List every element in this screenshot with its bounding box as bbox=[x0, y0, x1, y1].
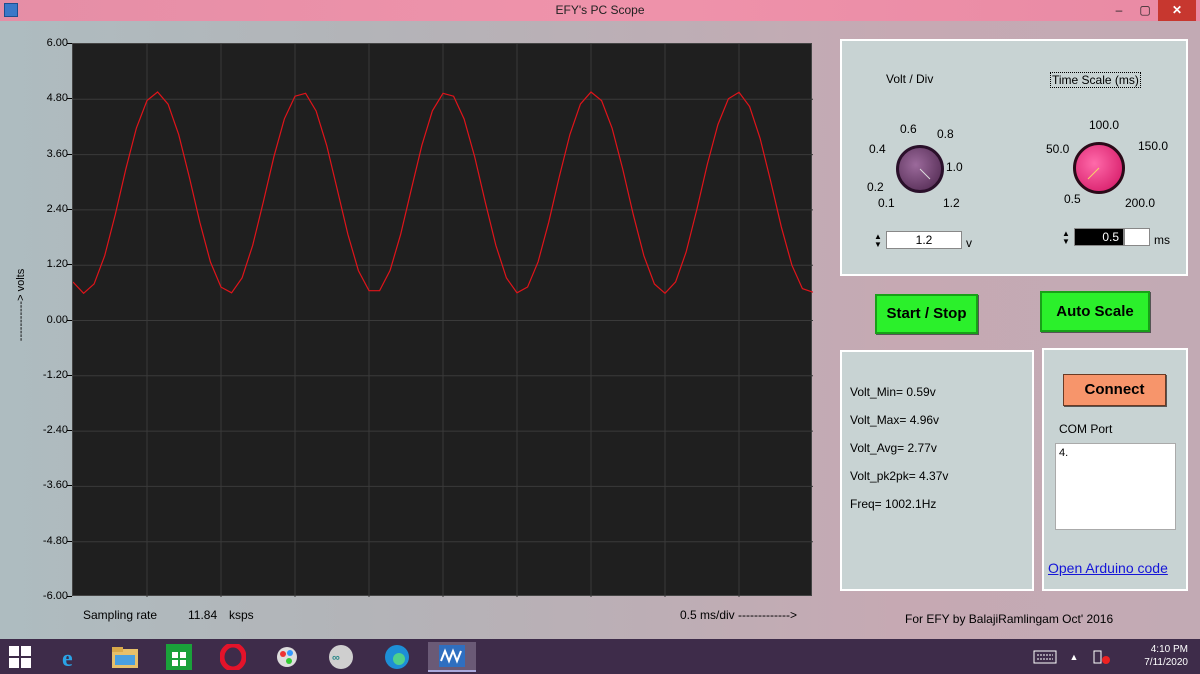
svg-text:∞: ∞ bbox=[332, 652, 340, 664]
volt-unit: v bbox=[966, 236, 972, 250]
taskbar: e ∞ ▲ 4:10 PM 7/11/2020 bbox=[0, 639, 1200, 674]
volt-div-knob[interactable] bbox=[896, 145, 944, 193]
y-tick-label: -6.00 bbox=[42, 590, 68, 602]
svg-text:e: e bbox=[62, 646, 73, 670]
connection-panel: Connect COM Port 4. Open Arduino code bbox=[1042, 348, 1188, 591]
y-tick-label: 3.60 bbox=[46, 147, 68, 160]
sampling-rate-label: Sampling rate bbox=[83, 608, 158, 622]
volt-div-title: Volt / Div bbox=[886, 72, 934, 86]
open-arduino-code-link[interactable]: Open Arduino code bbox=[1048, 560, 1168, 576]
time-tick-100: 100.0 bbox=[1089, 118, 1120, 132]
com-port-label: COM Port bbox=[1059, 422, 1113, 436]
volt-tick-10: 1.0 bbox=[946, 160, 963, 174]
time-scale-title: Time Scale (ms) bbox=[1050, 72, 1141, 88]
time-tick-50: 50.0 bbox=[1046, 142, 1070, 156]
com-port-item[interactable]: 4. bbox=[1059, 447, 1172, 459]
frequency-readout: Freq= 1002.1Hz bbox=[850, 497, 937, 511]
arduino-icon[interactable]: ∞ bbox=[323, 642, 359, 672]
opera-icon[interactable] bbox=[215, 642, 251, 672]
y-tick-mark bbox=[67, 596, 72, 597]
volt-max-readout: Volt_Max= 4.96v bbox=[850, 413, 940, 427]
y-tick-label: 0.00 bbox=[46, 313, 68, 326]
time-spin-arrows-icon[interactable]: ▲ ▼ bbox=[1062, 230, 1070, 246]
sampling-rate-unit: ksps bbox=[229, 608, 254, 622]
edge-icon[interactable] bbox=[379, 642, 415, 672]
minimize-button[interactable]: – bbox=[1106, 0, 1132, 21]
volt-pk2pk-readout: Volt_pk2pk= 4.37v bbox=[850, 469, 949, 483]
title-bar: EFY's PC Scope – ▢ ✕ bbox=[0, 0, 1200, 21]
y-tick-label: 6.00 bbox=[46, 37, 68, 49]
volt-avg-readout: Volt_Avg= 2.77v bbox=[850, 441, 937, 455]
scope-app-icon[interactable] bbox=[428, 642, 476, 672]
edge-legacy-icon[interactable]: e bbox=[53, 642, 89, 672]
settings-panel: Volt / Div Time Scale (ms) 0.6 0.8 0.4 1… bbox=[840, 39, 1188, 276]
sampling-rate-value: 11.84 bbox=[188, 608, 218, 622]
y-axis-title: -----------> volts bbox=[15, 268, 27, 342]
clock-time: 4:10 PM bbox=[1150, 644, 1188, 655]
time-spin-field[interactable] bbox=[1124, 228, 1150, 246]
close-button[interactable]: ✕ bbox=[1158, 0, 1196, 21]
time-div-label: 0.5 ms/div -------------> bbox=[680, 608, 797, 622]
file-explorer-icon[interactable] bbox=[107, 642, 143, 672]
keyboard-icon[interactable] bbox=[1030, 642, 1060, 672]
paint-icon[interactable] bbox=[269, 642, 305, 672]
volt-tick-08: 0.8 bbox=[937, 127, 954, 141]
stats-panel: Volt_Min= 0.59v Volt_Max= 4.96v Volt_Avg… bbox=[840, 350, 1034, 591]
volt-tick-12: 1.2 bbox=[943, 196, 960, 210]
volt-spin-arrows-icon[interactable]: ▲ ▼ bbox=[874, 233, 882, 249]
volt-min-readout: Volt_Min= 0.59v bbox=[850, 385, 936, 399]
time-tick-200: 200.0 bbox=[1125, 196, 1156, 210]
com-port-list[interactable]: 4. bbox=[1055, 443, 1176, 530]
scope-svg bbox=[73, 44, 813, 597]
clock[interactable]: 4:10 PM 7/11/2020 bbox=[1144, 643, 1188, 669]
window-title: EFY's PC Scope bbox=[555, 3, 645, 17]
clock-date: 7/11/2020 bbox=[1144, 657, 1188, 668]
volt-tick-01: 0.1 bbox=[878, 196, 895, 210]
y-tick-label: 1.20 bbox=[46, 258, 68, 271]
volt-tick-06: 0.6 bbox=[900, 122, 917, 136]
windows-start-icon[interactable] bbox=[2, 642, 38, 672]
y-tick-label: -3.60 bbox=[42, 479, 68, 492]
y-tick-label: -4.80 bbox=[42, 534, 68, 547]
store-icon[interactable] bbox=[161, 642, 197, 672]
y-tick-label: 2.40 bbox=[46, 202, 68, 215]
volt-div-spinner[interactable]: 1.2 bbox=[886, 231, 962, 249]
volt-tick-04: 0.4 bbox=[869, 142, 886, 156]
battery-icon[interactable] bbox=[1088, 642, 1114, 672]
start-stop-button[interactable]: Start / Stop bbox=[875, 294, 978, 334]
credit-text: For EFY by BalajiRamlingam Oct' 2016 bbox=[905, 612, 1114, 626]
time-tick-05: 0.5 bbox=[1064, 192, 1081, 206]
time-scale-spinner[interactable]: 0.5 bbox=[1074, 228, 1124, 246]
time-tick-150: 150.0 bbox=[1138, 139, 1169, 153]
auto-scale-button[interactable]: Auto Scale bbox=[1040, 291, 1150, 332]
y-tick-label: -2.40 bbox=[42, 424, 68, 437]
time-scale-knob[interactable] bbox=[1073, 142, 1125, 194]
time-unit: ms bbox=[1154, 233, 1170, 247]
y-tick-label: 4.80 bbox=[46, 92, 68, 105]
scope-plot bbox=[72, 43, 813, 597]
y-tick-label: -1.20 bbox=[42, 368, 68, 381]
maximize-button[interactable]: ▢ bbox=[1132, 0, 1158, 21]
volt-tick-02: 0.2 bbox=[867, 180, 884, 194]
show-hidden-icons-icon[interactable]: ▲ bbox=[1066, 642, 1082, 672]
connect-button[interactable]: Connect bbox=[1063, 374, 1166, 406]
